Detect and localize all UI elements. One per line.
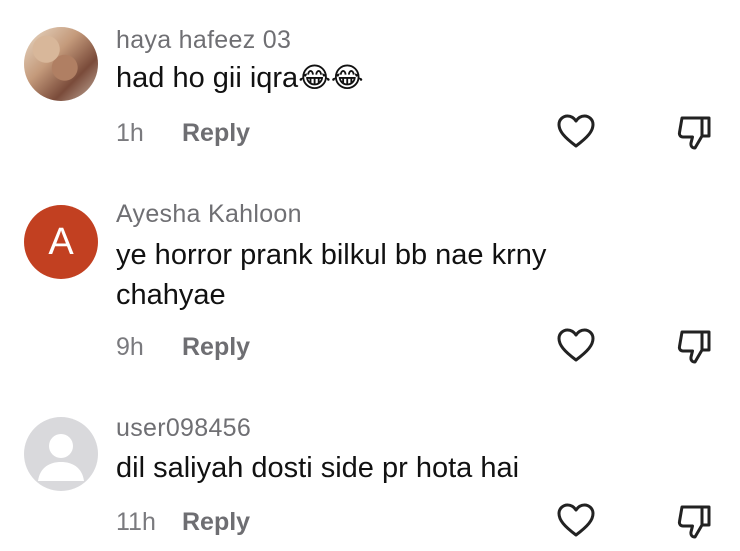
comment-timestamp: 11h <box>116 508 156 536</box>
comment-timestamp: 9h <box>116 333 144 361</box>
comment-emoji: 😂😂 <box>298 61 364 94</box>
heart-icon[interactable] <box>556 326 596 366</box>
comment-text: dil saliyah dosti side pr hota hai <box>116 452 520 484</box>
thumbs-down-icon[interactable] <box>674 112 714 152</box>
reply-button[interactable]: Reply <box>182 119 250 148</box>
comment-username[interactable]: user098456 <box>116 414 251 443</box>
thumbs-down-icon[interactable] <box>674 501 714 541</box>
reply-button[interactable]: Reply <box>182 508 250 537</box>
comment-timestamp: 1h <box>116 119 144 147</box>
heart-icon[interactable] <box>556 501 596 541</box>
comment-text: had ho gii iqra <box>116 62 299 94</box>
reply-button[interactable]: Reply <box>182 333 250 362</box>
comment-text-wrap: had ho gii iqra😂😂 <box>116 58 636 98</box>
comment-username[interactable]: haya hafeez 03 <box>116 26 291 55</box>
default-user-icon <box>38 434 84 481</box>
avatar[interactable] <box>24 27 98 101</box>
comment-text: ye horror prank bilkul bb nae krny chahy… <box>116 239 547 311</box>
thumbs-down-icon[interactable] <box>674 326 714 366</box>
avatar[interactable] <box>24 417 98 491</box>
avatar[interactable]: A <box>24 205 98 279</box>
avatar-letter: A <box>48 220 74 263</box>
comment-username[interactable]: Ayesha Kahloon <box>116 200 302 229</box>
heart-icon[interactable] <box>556 112 596 152</box>
